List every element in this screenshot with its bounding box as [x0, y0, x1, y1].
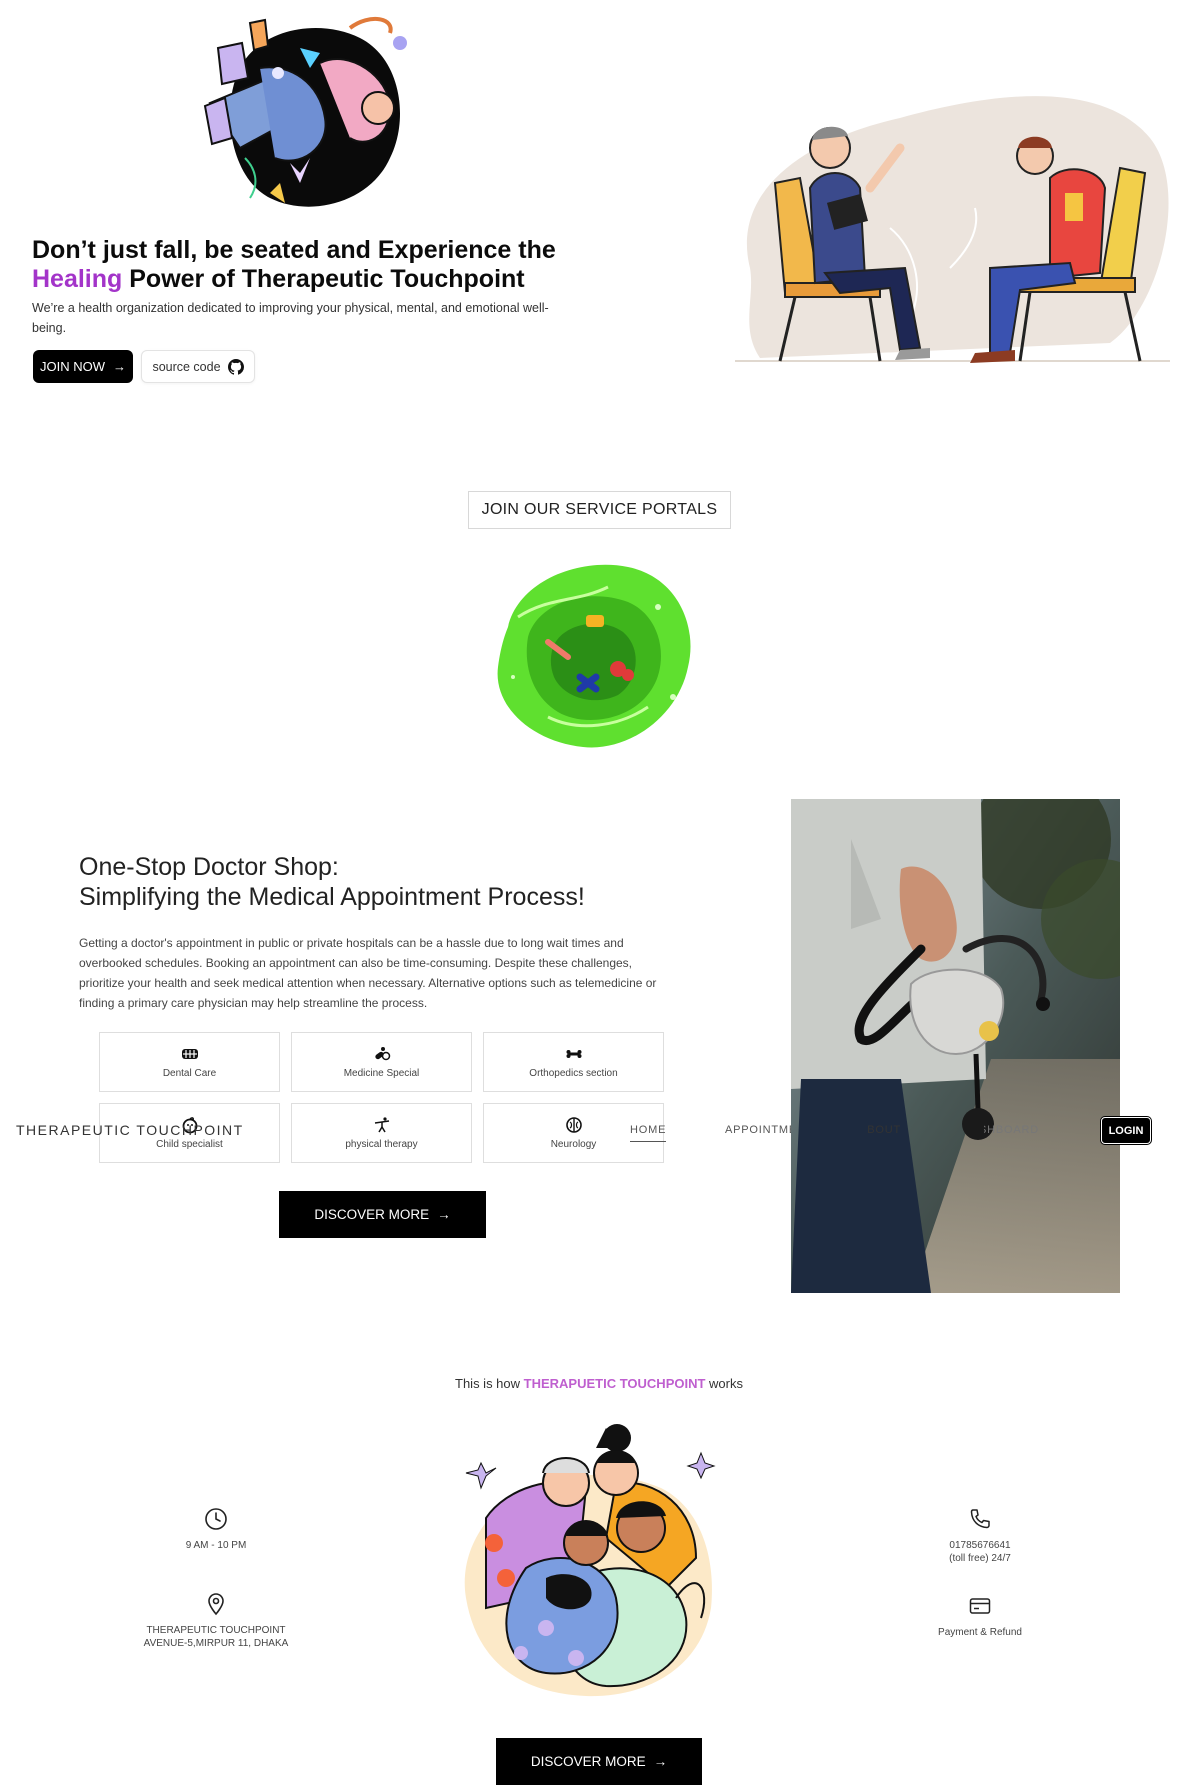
green-portal-illustration [488, 557, 696, 749]
family-hug-illustration [446, 1418, 756, 1703]
service-label: Child specialist [156, 1139, 223, 1150]
service-card-dental[interactable]: Dental Care [99, 1032, 280, 1092]
onestop-title-line1: One-Stop Doctor Shop: [79, 853, 339, 881]
service-label: Medicine Special [343, 1068, 420, 1079]
join-service-portals-label: JOIN OUR SERVICE PORTALS [481, 501, 718, 518]
doctor-holding-stethoscope-photo [791, 799, 1120, 1293]
bone-icon [566, 1050, 581, 1058]
how-prefix: This is how [455, 1376, 524, 1391]
service-label: physical therapy [345, 1139, 418, 1150]
hero-title-part1: Don’t just fall, be seated and Experienc… [32, 236, 556, 264]
nav-about-link[interactable]: ABOUT [868, 1124, 901, 1136]
onestop-title: One-Stop Doctor Shop: Simplifying the Me… [79, 852, 719, 912]
arrow-right-icon: → [653, 1754, 668, 1769]
teeth-icon [181, 1049, 198, 1059]
service-label: Orthopedics section [529, 1068, 618, 1079]
discover-more-button[interactable]: DISCOVER MORE → [279, 1191, 486, 1238]
login-button[interactable]: LOGIN [1101, 1117, 1151, 1144]
clock-icon [205, 1508, 227, 1530]
hero-description: We’re a health organization dedicated to… [32, 301, 549, 335]
stretch-icon [374, 1117, 389, 1133]
phone-icon [970, 1509, 990, 1529]
join-now-button[interactable]: JOIN NOW → [33, 350, 133, 383]
pills-icon [374, 1047, 390, 1061]
onestop-title-line2: Simplifying the Medical Appointment Proc… [79, 883, 585, 911]
info-phone: 01785676641 (toll free) 24/7 [920, 1507, 1040, 1565]
arrow-right-icon: → [437, 1207, 451, 1222]
payment-text: Payment & Refund [938, 1627, 1022, 1638]
how-suffix: works [705, 1376, 743, 1391]
discover-more-label-2: DISCOVER MORE [530, 1754, 646, 1769]
nav-home-link[interactable]: HOME [630, 1124, 667, 1142]
therapy-session-illustration [730, 78, 1170, 368]
hero-title-part2: Power of Therapeutic Touchpoint [122, 265, 525, 293]
discover-more-button-2[interactable]: DISCOVER MORE → [496, 1738, 702, 1785]
discover-more-label: DISCOVER MORE [314, 1207, 430, 1222]
hours-text: 9 AM - 10 PM [185, 1540, 247, 1551]
address-line2: AVENUE-5,MIRPUR 11, DHAKA [143, 1638, 289, 1649]
credit-card-icon [969, 1598, 991, 1614]
service-label: Neurology [550, 1139, 597, 1150]
info-hours: 9 AM - 10 PM [156, 1507, 276, 1552]
how-it-works-heading: This is how THERAPUETIC TOUCHPOINT works [0, 1376, 1185, 1391]
service-card-orthopedics[interactable]: Orthopedics section [483, 1032, 664, 1092]
onestop-description: Getting a doctor's appointment in public… [79, 936, 657, 1010]
source-code-button[interactable]: source code [141, 350, 255, 383]
github-icon [227, 358, 244, 375]
join-now-label: JOIN NOW [40, 359, 105, 374]
nav-appointment-link[interactable]: APPOINTMENT [725, 1124, 791, 1136]
source-code-label: source code [152, 359, 221, 374]
service-label: Dental Care [162, 1068, 217, 1079]
info-payment: Payment & Refund [920, 1594, 1040, 1639]
hero-title-accent: Healing [32, 265, 123, 293]
brain-icon [565, 1117, 582, 1133]
falling-person-illustration [200, 8, 430, 218]
arrow-right-icon: → [113, 359, 126, 374]
address-line1: THERAPEUTIC TOUCHPOINT [146, 1625, 286, 1636]
brand-logo-text[interactable]: THERAPEUTIC TOUCHPOINT [16, 1122, 244, 1138]
how-brand: THERAPUETIC TOUCHPOINT [523, 1376, 706, 1391]
map-pin-icon [208, 1593, 224, 1616]
join-service-portals-button[interactable]: JOIN OUR SERVICE PORTALS [468, 491, 731, 529]
service-card-medicine[interactable]: Medicine Special [291, 1032, 472, 1092]
hero-title: Don’t just fall, be seated and Experienc… [32, 236, 632, 294]
nav-dashboard-link[interactable]: DASHBOARD [984, 1124, 1039, 1136]
phone-note: (toll free) 24/7 [949, 1553, 1011, 1564]
service-card-physical-therapy[interactable]: physical therapy [291, 1103, 472, 1163]
info-address: THERAPEUTIC TOUCHPOINT AVENUE-5,MIRPUR 1… [126, 1592, 306, 1650]
phone-number[interactable]: 01785676641 [949, 1539, 1010, 1552]
